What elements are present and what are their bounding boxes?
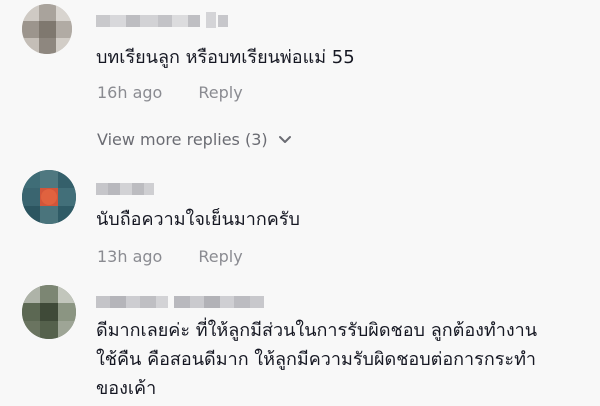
view-more-replies-button[interactable]: View more replies (3) — [97, 130, 292, 149]
comment-text-line: ของเค้า — [96, 378, 157, 399]
avatar[interactable] — [22, 4, 72, 54]
comment-item: บทเรียนลูก หรือบทเรียนพ่อแม่ 55 16h ago … — [0, 0, 600, 149]
comment-item: ดีมากเลยค่ะ ที่ให้ลูกมีส่วนในการรับผิดชอ… — [0, 285, 600, 406]
chevron-down-icon — [278, 135, 292, 145]
comment-meta: 16h ago Reply — [97, 83, 243, 102]
comment-text: บทเรียนลูก หรือบทเรียนพ่อแม่ 55 — [96, 47, 355, 68]
blurred-avatar-icon — [22, 285, 76, 339]
reply-button[interactable]: Reply — [198, 247, 242, 266]
avatar[interactable] — [22, 170, 76, 224]
username-blurred[interactable] — [96, 293, 276, 311]
blurred-avatar-icon — [22, 170, 76, 224]
comment-text: นับถือความใจเย็นมากครับ — [96, 209, 300, 230]
username-blurred[interactable] — [96, 12, 246, 30]
avatar[interactable] — [22, 285, 76, 339]
view-more-replies-label: View more replies (3) — [97, 130, 268, 149]
comment-text-line: ใช้คืน คือสอนดีมาก ให้ลูกมีความรับผิดชอบ… — [96, 349, 537, 370]
comment-item: นับถือความใจเย็นมากครับ 13h ago Reply — [0, 170, 600, 280]
comment-text-line: ดีมากเลยค่ะ ที่ให้ลูกมีส่วนในการรับผิดชอ… — [96, 320, 538, 341]
comment-timestamp: 13h ago — [97, 247, 163, 266]
comment-timestamp: 16h ago — [97, 83, 163, 102]
blurred-avatar-icon — [22, 4, 72, 54]
username-blurred[interactable] — [96, 180, 156, 198]
comment-meta: 13h ago Reply — [97, 247, 243, 266]
reply-button[interactable]: Reply — [198, 83, 242, 102]
